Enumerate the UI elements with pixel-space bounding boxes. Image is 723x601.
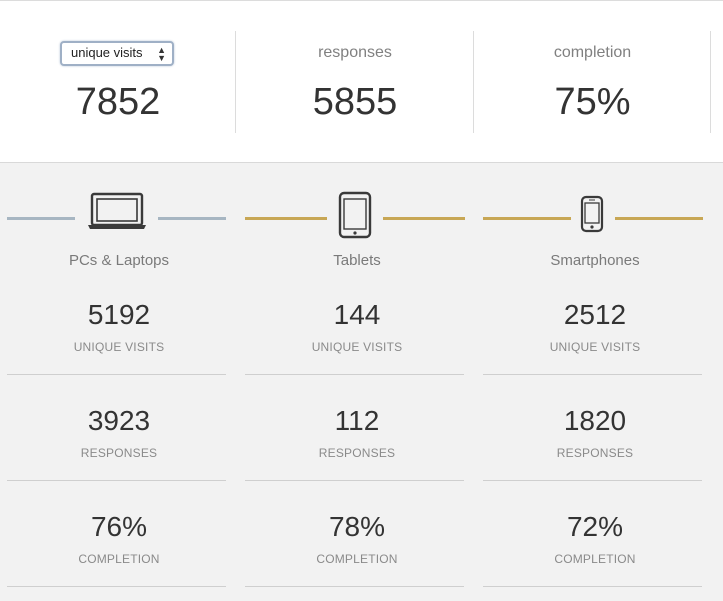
- stat-label: COMPLETION: [316, 552, 398, 566]
- stat-completion: 76% COMPLETION: [0, 511, 238, 566]
- header-line: [245, 217, 327, 220]
- tablet-icon: [338, 191, 372, 239]
- stat-label: RESPONSES: [318, 446, 396, 460]
- device-header: [238, 191, 476, 241]
- stat-label: UNIQUE VISITS: [549, 340, 641, 354]
- select-arrows-icon: ▲ ▼: [157, 45, 166, 63]
- header-line: [158, 217, 226, 220]
- stat-label: UNIQUE VISITS: [311, 340, 403, 354]
- device-name: Smartphones: [550, 252, 640, 269]
- device-column-smartphones: Smartphones 2512 UNIQUE VISITS 1820 RESP…: [476, 163, 714, 601]
- divider: [7, 374, 226, 375]
- summary-label: responses: [318, 44, 392, 61]
- divider: [7, 480, 226, 481]
- stat-label: COMPLETION: [78, 552, 160, 566]
- stat-value: 144: [333, 299, 381, 330]
- divider: [483, 480, 702, 481]
- stat-unique-visits: 144 UNIQUE VISITS: [238, 299, 476, 354]
- device-name: PCs & Laptops: [68, 252, 170, 269]
- device-name: Tablets: [333, 252, 381, 269]
- summary-unique-visits: unique visits ▲ ▼ 7852: [0, 1, 236, 164]
- stat-label: RESPONSES: [80, 446, 158, 460]
- summary-responses: responses 5855: [236, 1, 474, 164]
- metric-select-value: unique visits: [71, 45, 143, 60]
- device-column-tablets: Tablets 144 UNIQUE VISITS 112 RESPONSES …: [238, 163, 476, 601]
- header-line: [615, 217, 703, 220]
- divider: [245, 480, 464, 481]
- summary-value: 5855: [312, 81, 398, 123]
- header-line: [383, 217, 465, 220]
- summary-value: 75%: [554, 81, 631, 123]
- stat-label: COMPLETION: [554, 552, 636, 566]
- stat-completion: 72% COMPLETION: [476, 511, 714, 566]
- stat-value: 112: [334, 405, 380, 436]
- header-line: [483, 217, 571, 220]
- divider: [245, 374, 464, 375]
- stat-responses: 3923 RESPONSES: [0, 405, 238, 460]
- stat-completion: 78% COMPLETION: [238, 511, 476, 566]
- summary-label: completion: [553, 44, 632, 61]
- metric-select[interactable]: unique visits ▲ ▼: [60, 41, 174, 66]
- smartphone-icon: [580, 195, 604, 233]
- stat-value: 78%: [328, 511, 386, 542]
- stat-responses: 1820 RESPONSES: [476, 405, 714, 460]
- stat-responses: 112 RESPONSES: [238, 405, 476, 460]
- divider: [7, 586, 226, 587]
- stat-value: 76%: [90, 511, 148, 542]
- summary-panel: unique visits ▲ ▼ 7852 responses 5855 com…: [0, 0, 723, 163]
- stat-value: 3923: [87, 405, 151, 436]
- divider: [245, 586, 464, 587]
- laptop-icon: [88, 192, 146, 229]
- stat-value: 1820: [563, 405, 627, 436]
- device-header: [0, 191, 238, 241]
- device-column-pcs: PCs & Laptops 5192 UNIQUE VISITS 3923 RE…: [0, 163, 238, 601]
- summary-completion: completion 75%: [474, 1, 711, 164]
- stat-unique-visits: 5192 UNIQUE VISITS: [0, 299, 238, 354]
- stat-value: 72%: [566, 511, 624, 542]
- divider: [483, 374, 702, 375]
- divider: [483, 586, 702, 587]
- stat-label: RESPONSES: [556, 446, 634, 460]
- stat-value: 5192: [87, 299, 151, 330]
- stat-value: 2512: [563, 299, 627, 330]
- stat-label: UNIQUE VISITS: [73, 340, 165, 354]
- summary-value: 7852: [75, 81, 161, 123]
- stat-unique-visits: 2512 UNIQUE VISITS: [476, 299, 714, 354]
- device-header: [476, 191, 714, 241]
- divider: [710, 31, 711, 133]
- header-line: [7, 217, 75, 220]
